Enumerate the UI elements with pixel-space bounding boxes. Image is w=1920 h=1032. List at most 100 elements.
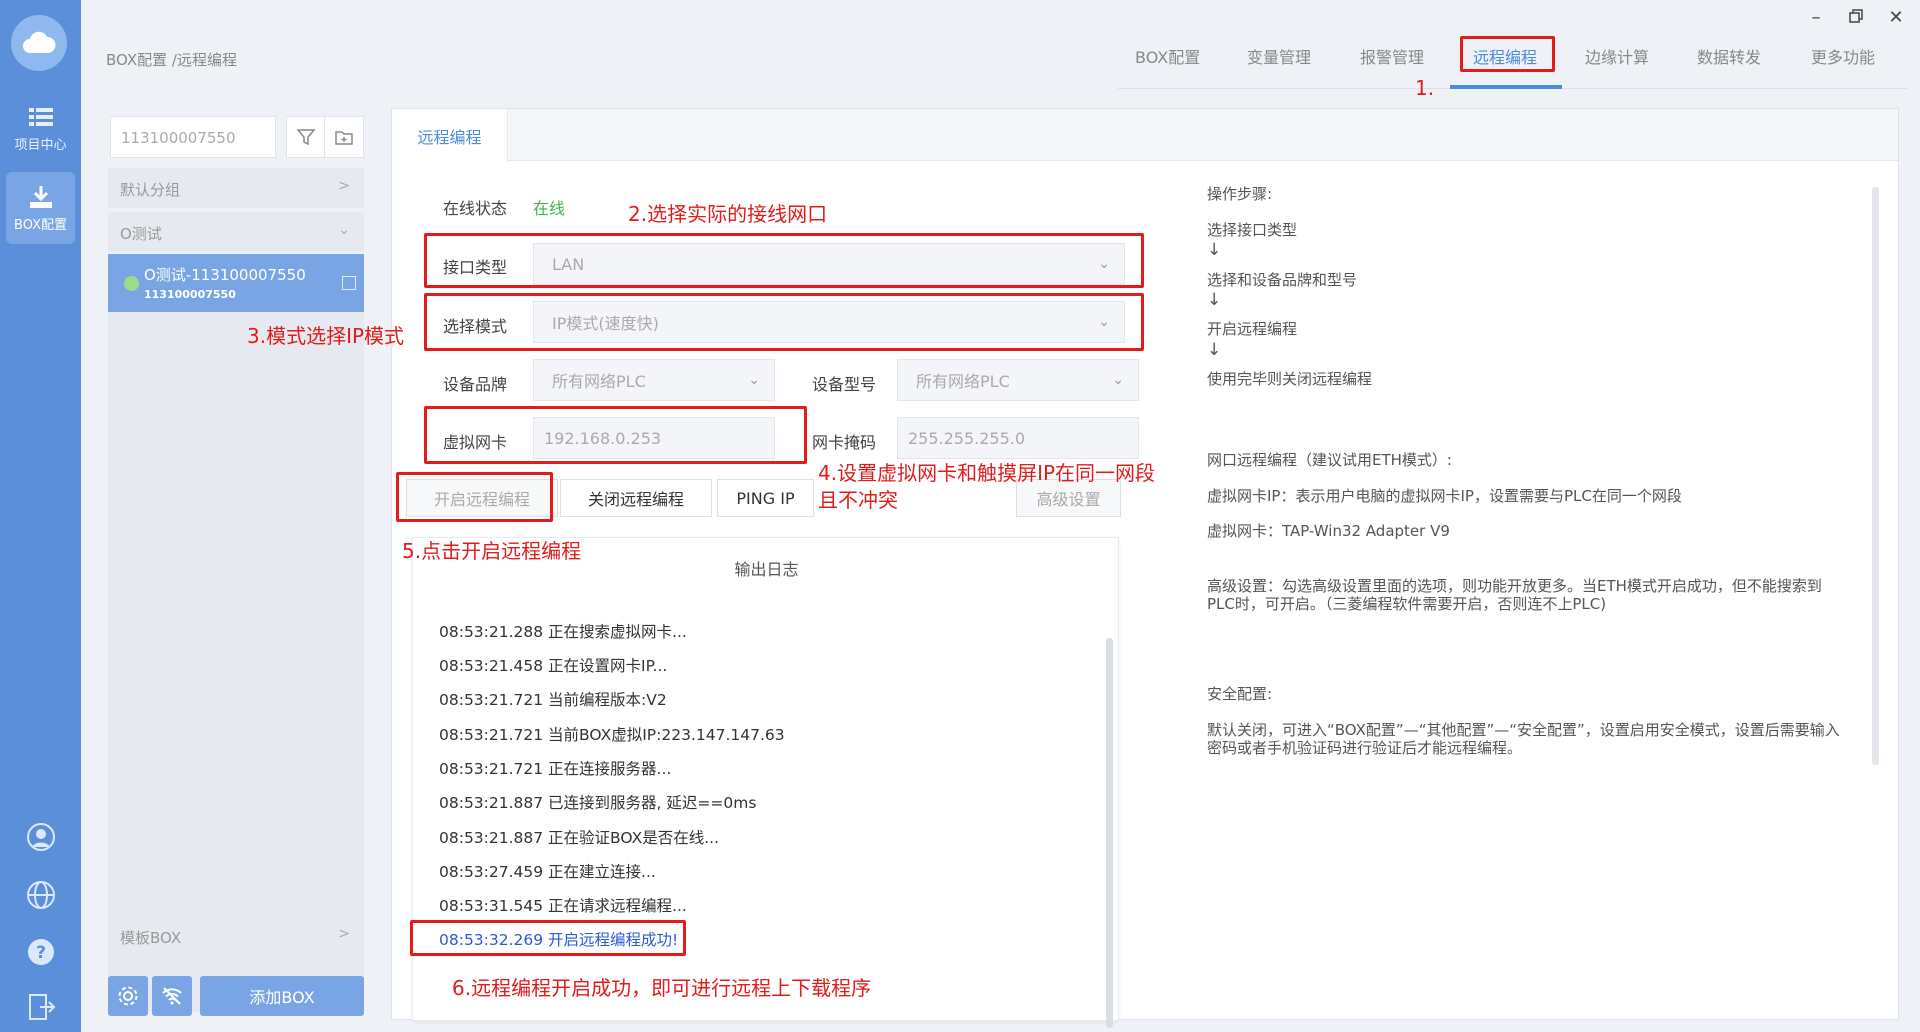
search-input[interactable]: 113100007550 — [110, 116, 276, 158]
brand-select[interactable]: 所有网络PLC ⌄ — [533, 359, 775, 401]
rail-label: 项目中心 — [14, 137, 67, 153]
topnav-box-config[interactable]: BOX配置 — [1135, 44, 1200, 68]
help-icon[interactable]: ? — [26, 937, 56, 967]
group-label: 默认分组 — [120, 181, 181, 199]
device-tree-panel: 113100007550 默认分组 > O测试 ⌄ O测试-1131000075… — [100, 104, 372, 1020]
minimize-icon[interactable]: – — [1806, 8, 1826, 28]
brand-value: 所有网络PLC — [552, 372, 646, 391]
log-scrollbar[interactable] — [1106, 638, 1113, 1028]
eth-line-2: 虚拟网卡：TAP-Win32 Adapter V9 — [1207, 522, 1450, 540]
restore-icon[interactable] — [1846, 8, 1866, 28]
annotation-2: 2.选择实际的接线网口 — [628, 202, 828, 226]
copy-icon[interactable] — [342, 276, 356, 290]
security-line-1: 默认关闭，可进入“BOX配置”—“其他配置”—“安全配置”，设置启用安全模式，设… — [1207, 721, 1840, 739]
device-id: 113100007550 — [144, 288, 236, 301]
annotation-box-5 — [396, 472, 553, 522]
annotation-box-3 — [424, 293, 1144, 351]
log-line: 08:53:21.721 正在连接服务器... — [439, 760, 672, 778]
gear-icon — [118, 986, 138, 1006]
eth-line-1: 虚拟网卡IP：表示用户电脑的虚拟网卡IP，设置需要与PLC在同一个网段 — [1207, 487, 1682, 505]
active-tab-indicator — [1450, 85, 1562, 89]
user-icon[interactable] — [26, 822, 56, 852]
arrow-down-icon: ↓ — [1207, 340, 1222, 360]
mask-input[interactable]: 255.255.255.0 — [897, 417, 1139, 459]
annotation-6: 6.远程编程开启成功，即可进行远程上下载程序 — [452, 976, 872, 1000]
chevron-down-icon: ⌄ — [748, 372, 760, 388]
exit-icon[interactable] — [26, 992, 56, 1022]
list-icon — [28, 107, 53, 126]
advanced-line-1: 高级设置：勾选高级设置里面的选项，则功能开放更多。当ETH模式开启成功，但不能搜… — [1207, 577, 1822, 595]
mask-label: 网卡掩码 — [812, 433, 877, 452]
globe-icon[interactable] — [26, 880, 56, 910]
step-3: 开启远程编程 — [1207, 320, 1298, 338]
model-label: 设备型号 — [812, 375, 877, 394]
log-line: 08:53:21.458 正在设置网卡IP... — [439, 657, 668, 675]
stop-remote-button[interactable]: 关闭远程编程 — [560, 479, 712, 517]
chevron-right-icon: > — [338, 926, 350, 942]
annotation-box-2 — [424, 233, 1144, 288]
ping-ip-button[interactable]: PING IP — [717, 479, 814, 517]
log-line: 08:53:21.721 当前编程版本:V2 — [439, 691, 667, 709]
chevron-right-icon: > — [338, 178, 350, 194]
cloud-logo-icon — [11, 15, 67, 71]
arrow-down-icon: ↓ — [1207, 240, 1222, 260]
security-line-2: 密码或者手机验证码进行验证后才能远程编程。 — [1207, 739, 1523, 757]
breadcrumb: BOX配置 /远程编程 — [106, 51, 237, 69]
chevron-down-icon: ⌄ — [338, 222, 350, 238]
left-rail: 项目中心 BOX配置 ? — [0, 0, 81, 1032]
rail-item-project-center[interactable]: 项目中心 — [6, 92, 75, 164]
annotation-5: 5.点击开启远程编程 — [402, 539, 582, 563]
annotation-4-line-2: 且不冲突 — [818, 488, 898, 512]
wifi-off-icon — [162, 987, 182, 1005]
chevron-down-icon: ⌄ — [1112, 372, 1124, 388]
log-line: 08:53:21.887 已连接到服务器, 延迟==0ms — [439, 794, 757, 812]
tab-remote-programming[interactable]: 远程编程 — [392, 109, 508, 162]
log-line: 08:53:21.887 正在验证BOX是否在线... — [439, 829, 720, 847]
group-label: O测试 — [120, 225, 162, 243]
add-box-button[interactable]: 添加BOX — [200, 976, 364, 1016]
filter-icon[interactable] — [286, 116, 326, 158]
help-scrollbar[interactable] — [1872, 187, 1879, 765]
advanced-line-2: PLC时，可开启。（三菱编程软件需要开启，否则连不上PLC) — [1207, 595, 1607, 613]
device-name: O测试-113100007550 — [144, 266, 306, 284]
online-status-label: 在线状态 — [443, 199, 508, 218]
group-default[interactable]: 默认分组 > — [108, 168, 364, 208]
close-icon[interactable]: ✕ — [1886, 8, 1906, 28]
annotation-4-line-1: 4.设置虚拟网卡和触摸屏IP在同一网段 — [818, 461, 1156, 485]
topnav-variables[interactable]: 变量管理 — [1247, 44, 1311, 68]
device-item[interactable]: O测试-113100007550 113100007550 — [108, 254, 364, 312]
online-status-value: 在线 — [533, 199, 566, 218]
step-1: 选择接口类型 — [1207, 221, 1298, 239]
annotation-box-4 — [424, 406, 807, 464]
security-title: 安全配置: — [1207, 685, 1273, 703]
group-label: 模板BOX — [120, 929, 182, 947]
tab-bar: 远程编程 — [392, 109, 1898, 162]
topnav-data-forwarding[interactable]: 数据转发 — [1697, 44, 1761, 68]
annotation-box-6 — [410, 920, 686, 956]
step-2: 选择和设备品牌和型号 — [1207, 271, 1358, 289]
step-4: 使用完毕则关闭远程编程 — [1207, 370, 1373, 388]
wifi-off-button[interactable] — [152, 976, 192, 1016]
group-o-test[interactable]: O测试 ⌄ — [108, 212, 364, 252]
annotation-1: 1. — [1415, 76, 1435, 100]
eth-title: 网口远程编程（建议试用ETH模式）: — [1207, 451, 1452, 469]
settings-button[interactable] — [108, 976, 148, 1016]
device-list-area — [108, 312, 364, 1012]
rail-item-box-config[interactable]: BOX配置 — [6, 172, 75, 244]
topnav-more[interactable]: 更多功能 — [1811, 44, 1875, 68]
add-folder-icon[interactable] — [324, 116, 364, 158]
model-select[interactable]: 所有网络PLC ⌄ — [897, 359, 1139, 401]
brand-label: 设备品牌 — [443, 375, 508, 394]
steps-title: 操作步骤: — [1207, 185, 1273, 203]
mask-value: 255.255.255.0 — [908, 428, 1026, 448]
log-line: 08:53:27.459 正在建立连接... — [439, 863, 656, 881]
rail-label: BOX配置 — [14, 217, 67, 233]
online-status-dot — [124, 276, 139, 291]
topnav-alarms[interactable]: 报警管理 — [1360, 44, 1424, 68]
arrow-down-icon: ↓ — [1207, 290, 1222, 310]
log-line: 08:53:21.288 正在搜索虚拟网卡... — [439, 623, 687, 641]
group-template-box[interactable]: 模板BOX > — [108, 916, 364, 956]
topnav-edge-computing[interactable]: 边缘计算 — [1585, 44, 1649, 68]
log-line: 08:53:21.721 当前BOX虚拟IP:223.147.147.63 — [439, 726, 785, 744]
annotation-3: 3.模式选择IP模式 — [247, 324, 405, 348]
